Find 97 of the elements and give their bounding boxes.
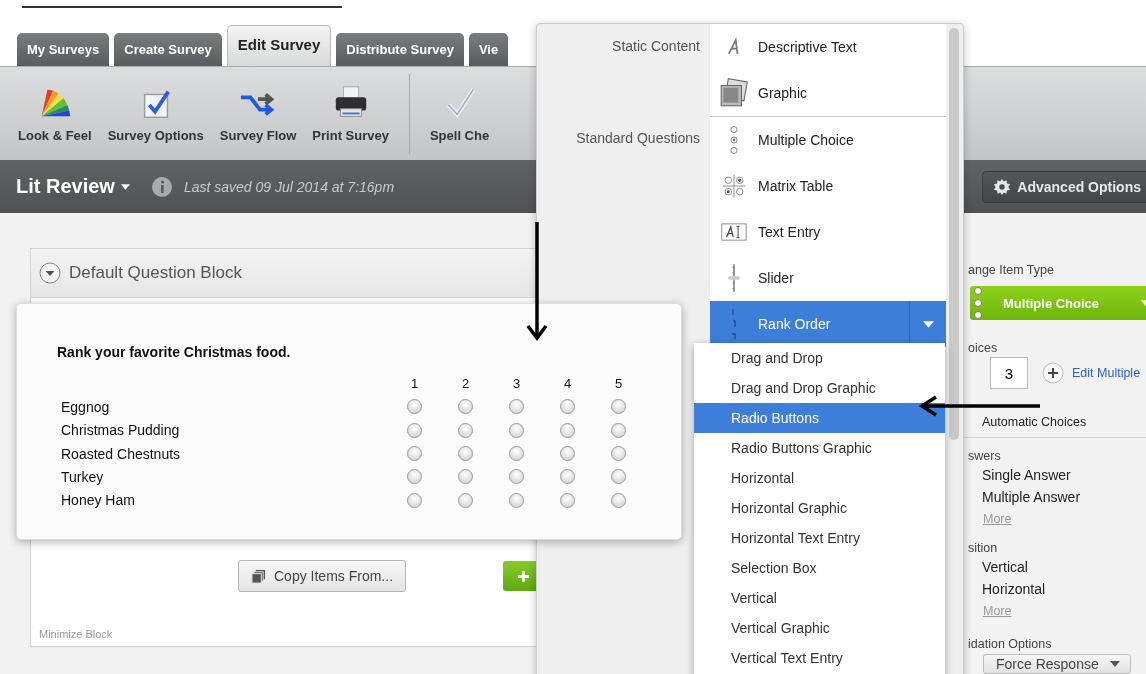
radio-button[interactable] [407, 446, 422, 462]
radio-button[interactable] [509, 469, 524, 485]
picture-stack-icon [718, 77, 750, 109]
choice-label: Eggnog [61, 398, 111, 415]
radio-button[interactable] [611, 399, 626, 415]
radio-button[interactable] [509, 492, 524, 508]
settings-icon [993, 177, 1012, 196]
radio-button[interactable] [611, 492, 626, 508]
radio-button[interactable] [458, 422, 473, 438]
answer-option[interactable]: Multiple Answer [982, 485, 1081, 508]
toolbar-button[interactable]: Survey Options [107, 84, 204, 143]
radio-button[interactable] [458, 492, 473, 508]
choice-label: Roasted Chestnuts [61, 445, 182, 462]
collapse-icon[interactable] [39, 262, 61, 284]
tab[interactable]: Create Survey [114, 33, 222, 66]
rank-number: 1 [409, 376, 420, 392]
toolbar-button[interactable]: Spell Che [429, 84, 490, 143]
radio-button[interactable] [407, 492, 422, 508]
question-type-item[interactable]: Rank Order [710, 301, 946, 347]
menu-item[interactable]: Vertical Text Entry [694, 643, 945, 673]
radio-button[interactable] [458, 399, 473, 415]
item-type-label: ange Item Type [968, 262, 1054, 278]
choice-label: Turkey [61, 468, 105, 485]
question-text: Rank your favorite Christmas food. [57, 344, 292, 360]
plus-icon [516, 569, 530, 583]
info-icon[interactable] [151, 176, 172, 197]
answer-option[interactable]: Single Answer [982, 463, 1071, 486]
radio-button[interactable] [407, 422, 422, 438]
automatic-choices-label: Automatic Choices [982, 414, 1087, 431]
radio-button[interactable] [560, 422, 575, 438]
question-type-item[interactable]: Slider [710, 255, 946, 301]
radio-button[interactable] [560, 469, 575, 485]
menu-item[interactable]: Horizontal [694, 463, 945, 493]
caret-icon [922, 320, 934, 328]
radio-button[interactable] [407, 399, 422, 415]
tab[interactable]: Vie [468, 33, 509, 66]
choice-label: Christmas Pudding [61, 422, 181, 439]
rank-number: 5 [613, 376, 624, 392]
question-type-item[interactable]: Multiple Choice [710, 117, 946, 163]
tab[interactable]: Distribute Survey [336, 33, 464, 66]
rank-number: 3 [511, 376, 522, 392]
position-label: sition [968, 539, 998, 556]
choices-label: oices [968, 340, 998, 356]
advanced-options-button[interactable]: Advanced Options [982, 170, 1146, 203]
last-saved-text: Last saved 09 Jul 2014 at 7:16pm [183, 178, 395, 195]
menu-item[interactable]: Drag and Drop Graphic [694, 373, 945, 403]
radio-button[interactable] [509, 422, 524, 438]
menu-item[interactable]: Radio Buttons Graphic [694, 433, 945, 463]
copy-items-button[interactable]: Copy Items From... [238, 560, 407, 592]
menu-item[interactable]: Horizontal Text Entry [694, 523, 945, 553]
plus-icon[interactable] [1042, 362, 1064, 384]
toolbar-button[interactable]: Look & Feel [18, 84, 92, 143]
menu-item[interactable]: Radio Buttons [694, 403, 945, 433]
copy-icon [251, 568, 266, 584]
question-type-item[interactable]: Text Entry [710, 209, 946, 255]
tab[interactable]: Edit Survey [226, 25, 332, 66]
position-option[interactable]: Horizontal [982, 577, 1046, 600]
menu-item[interactable]: Selection Box [694, 553, 945, 583]
toolbar-button[interactable]: Print Survey [312, 84, 389, 143]
radio-button[interactable] [509, 446, 524, 462]
question-type-item[interactable]: Matrix Table [710, 163, 946, 209]
radio-button[interactable] [560, 492, 575, 508]
position-option[interactable]: Vertical [982, 555, 1028, 578]
tab[interactable]: My Surveys [17, 33, 110, 66]
menu-item[interactable]: Horizontal Graphic [694, 493, 945, 523]
radio-button[interactable] [458, 446, 473, 462]
survey-title-menu[interactable]: Lit Review [16, 175, 130, 198]
numbered-list-icon [731, 308, 737, 340]
menu-item[interactable]: Vertical Graphic [694, 613, 945, 643]
edit-multiple-link[interactable]: Edit Multiple [1072, 366, 1141, 380]
radio-button[interactable] [560, 399, 575, 415]
answers-label: swers [968, 447, 1001, 464]
group-label: Standard Questions [576, 130, 700, 146]
choice-label: Honey Ham [61, 492, 136, 509]
caret-icon [1110, 660, 1120, 667]
choices-count-field[interactable]: 3 [990, 357, 1028, 389]
radio-button[interactable] [560, 446, 575, 462]
radio-button[interactable] [611, 446, 626, 462]
validation-dropdown[interactable]: Force Response [983, 653, 1131, 674]
radio-button[interactable] [611, 469, 626, 485]
rank-number: 2 [460, 376, 471, 392]
scrollbar[interactable] [949, 28, 959, 440]
radio-options-icon [973, 286, 983, 320]
caret-icon [120, 183, 130, 190]
toolbar-button[interactable]: Survey Flow [219, 84, 297, 143]
block-title: Default Question Block [69, 263, 242, 283]
validation-label: idation Options [968, 635, 1052, 652]
radio-button[interactable] [458, 469, 473, 485]
group-label: Static Content [612, 38, 700, 54]
question-type-item[interactable]: Graphic [710, 70, 946, 116]
radio-button[interactable] [611, 422, 626, 438]
rank-number: 4 [562, 376, 573, 392]
matrix-icon [721, 173, 747, 199]
menu-item[interactable]: Vertical [694, 583, 945, 613]
radio-button[interactable] [509, 399, 524, 415]
question-type-item[interactable]: Descriptive Text [710, 24, 946, 70]
radio-button[interactable] [407, 469, 422, 485]
